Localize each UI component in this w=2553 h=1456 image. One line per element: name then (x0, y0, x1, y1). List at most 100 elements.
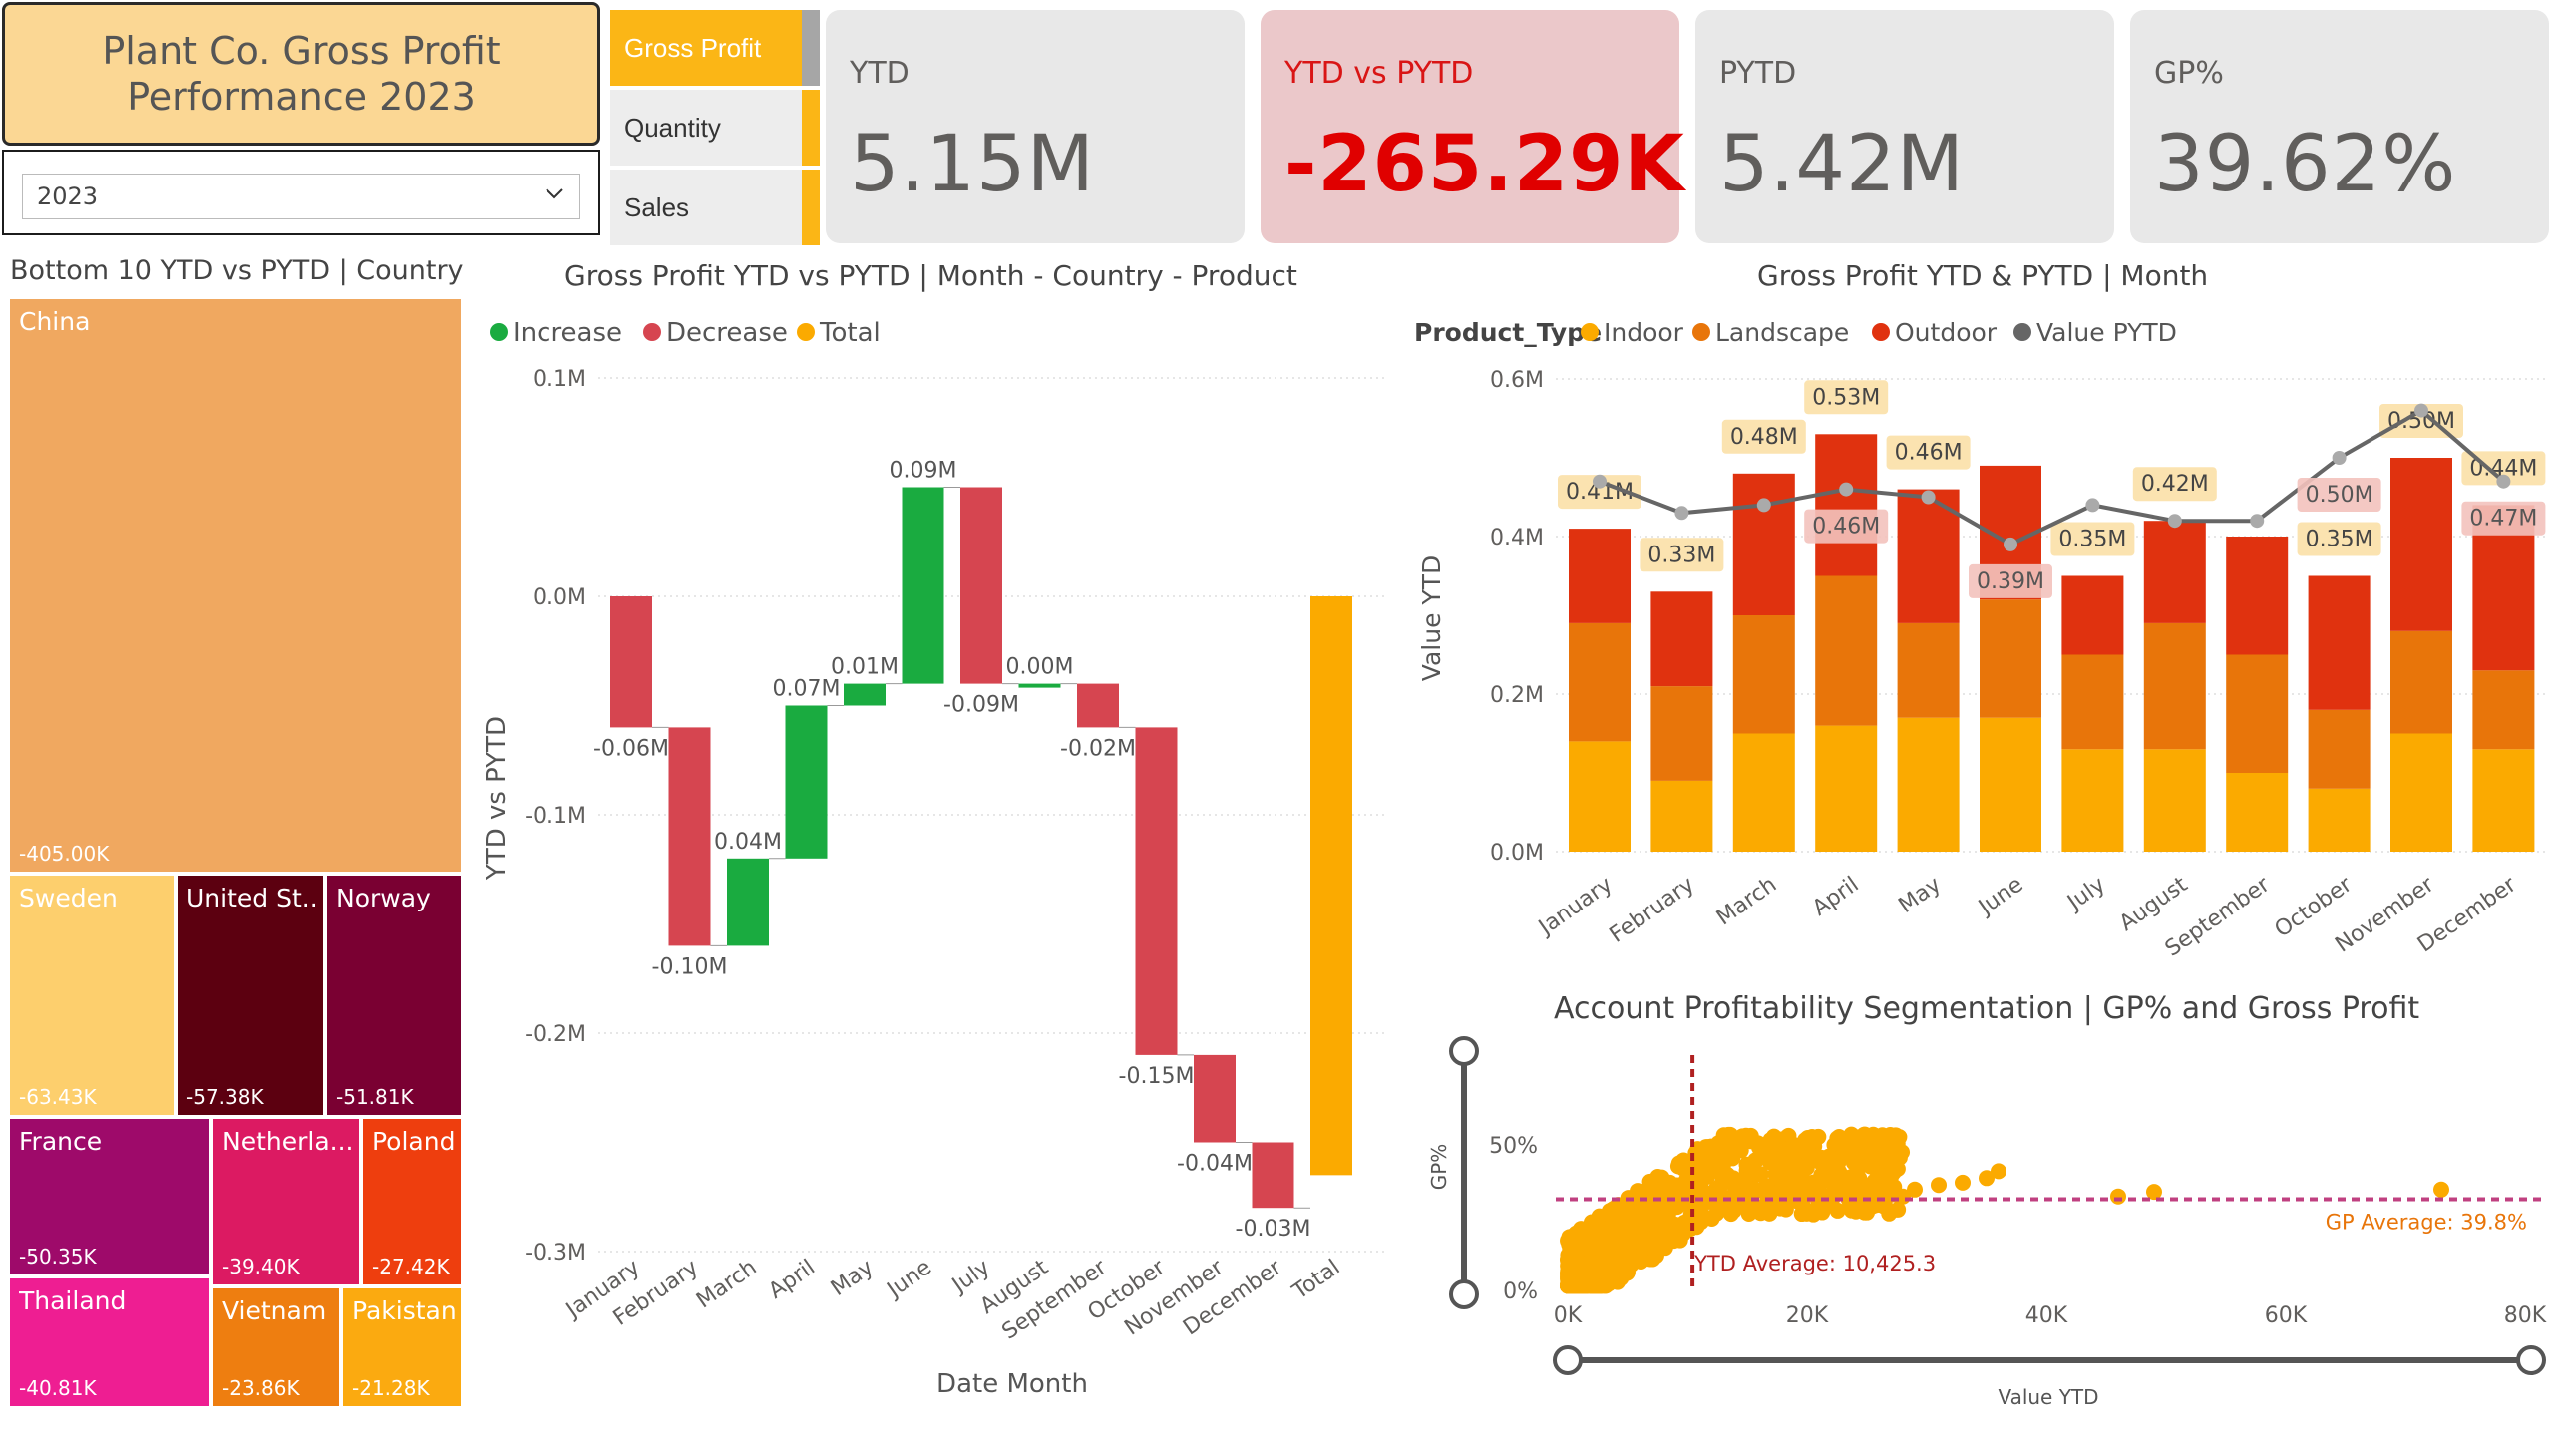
treemap-tile[interactable]: France -50.35K (10, 1119, 209, 1274)
waterfall-bar (1018, 683, 1061, 688)
scatter-point (1720, 1129, 1737, 1146)
stacked-bar-segment (1897, 622, 1960, 718)
scatter-point (1573, 1224, 1590, 1241)
scatter-point (1831, 1128, 1848, 1145)
measure-button-label: Gross Profit (624, 32, 762, 63)
measure-button-sales[interactable]: Sales (610, 170, 820, 245)
legend-label: Outdoor (1895, 318, 1998, 347)
legend-marker (643, 323, 661, 341)
scatter-chart: 50% 0% 0K 20K 40K 60K 80K GP% Value YTD GP Averag… (1427, 1036, 2547, 1409)
treemap-tile-name: Thailand (19, 1286, 127, 1315)
scatter-point (1560, 1277, 1577, 1294)
treemap-tile-value: -57.38K (186, 1085, 264, 1109)
treemap-tile-value: -51.81K (336, 1085, 414, 1109)
measure-button-quantity[interactable]: Quantity (610, 90, 820, 166)
data-label: -0.06M (593, 736, 669, 761)
treemap-tile[interactable]: Sweden -63.43K (10, 876, 174, 1115)
waterfall-bar (1077, 683, 1119, 728)
x-range-slider-handle (1553, 1345, 1583, 1375)
scatter-point (1744, 1158, 1761, 1175)
stacked-bar-segment (1732, 733, 1795, 852)
treemap-tile[interactable]: Pakistan -21.28K (343, 1288, 461, 1406)
legend-label: Landscape (1715, 318, 1849, 347)
treemap-tile[interactable]: Thailand -40.81K (10, 1278, 209, 1406)
y-tick-label: 0.0M (1490, 841, 1544, 866)
y-tick-label: -0.3M (525, 1241, 586, 1266)
stacked-bar-segment (1732, 473, 1795, 615)
stacked-bar-segment (1815, 575, 1878, 726)
x-tick-label: March (1712, 872, 1781, 930)
chevron-down-icon (546, 188, 563, 199)
legend-label: Total (819, 318, 881, 348)
report-title-line2: Performance 2023 (127, 75, 476, 119)
data-label: -0.10M (652, 954, 728, 979)
scatter-point (1713, 1176, 1730, 1193)
y-axis-title: YTD vs PYTD (482, 716, 512, 881)
x-tick-label: April (1808, 872, 1864, 920)
treemap-tile[interactable]: Vietnam -23.86K (213, 1288, 339, 1406)
waterfall-bar (960, 487, 1002, 684)
y-tick-label: 0.2M (1490, 683, 1544, 708)
y-range-slider-handle (1449, 1279, 1479, 1309)
data-label: 0.00M (1006, 655, 1074, 680)
pytd-marker (2004, 537, 2017, 551)
legend-label: Indoor (1604, 318, 1684, 347)
legend-label: Value PYTD (2036, 318, 2177, 347)
y-tick-label: 0.6M (1490, 368, 1544, 393)
treemap-tile[interactable]: Netherla... -39.40K (213, 1119, 359, 1284)
scatter-point (1568, 1247, 1585, 1264)
stacked-bar-segment (2390, 630, 2452, 734)
year-dropdown[interactable]: 2023 (22, 174, 580, 219)
data-label: 0.01M (831, 655, 899, 680)
measure-button-gross-profit[interactable]: Gross Profit (610, 10, 820, 86)
stacked-bar-segment (1897, 717, 1960, 852)
scatter-point (1693, 1155, 1710, 1172)
scatter-point (1627, 1188, 1643, 1205)
scatter-point (1802, 1130, 1819, 1147)
treemap-tile[interactable]: Norway -51.81K (327, 876, 461, 1115)
scatter-point (2110, 1188, 2126, 1205)
treemap-tile-value: -27.42K (372, 1255, 450, 1278)
report-title: Plant Co. Gross Profit Performance 2023 (2, 2, 600, 146)
scatter-point (1955, 1174, 1971, 1191)
year-slicer[interactable]: 2023 (2, 150, 600, 235)
treemap-tile[interactable]: Poland -27.42K (363, 1119, 461, 1284)
pytd-marker (2085, 498, 2100, 513)
scatter-point (1588, 1277, 1605, 1294)
stacked-bar-segment (1650, 780, 1713, 852)
y-axis-title: GP% (1427, 1144, 1451, 1191)
y-tick-label: -0.1M (525, 804, 586, 829)
scatter-point (1764, 1149, 1781, 1166)
data-label: 0.48M (1730, 425, 1798, 450)
waterfall-bar (1194, 1054, 1236, 1143)
treemap-tile-name: Pakistan (352, 1296, 456, 1325)
kpi-label: YTD (850, 56, 910, 91)
data-label: 0.35M (2058, 528, 2126, 552)
scatter-point (1862, 1177, 1879, 1194)
stacked-bar-segment (2061, 575, 2124, 655)
data-label: 0.09M (890, 459, 957, 484)
treemap-tile[interactable]: United St... -57.38K (178, 876, 323, 1115)
kpi-card-gp-percent: GP% 39.62% (2130, 10, 2549, 243)
data-label: -0.03M (1236, 1217, 1311, 1242)
stacked-bar-segment (1650, 591, 1713, 687)
kpi-card-pytd: PYTD 5.42M (1695, 10, 2114, 243)
y-tick-label: 50% (1489, 1134, 1538, 1159)
treemap-tile-value: -40.81K (19, 1376, 97, 1400)
waterfall-bar (610, 596, 652, 728)
waterfall-bar (785, 705, 828, 859)
treemap-tile-value: -63.43K (19, 1085, 97, 1109)
y-range-slider-handle (1449, 1036, 1479, 1066)
x-tick-label: May (827, 1255, 879, 1301)
y-tick-label: 0.0M (533, 585, 586, 610)
waterfall-bar (668, 727, 711, 946)
gp-average-label: GP Average: 39.8% (2326, 1210, 2527, 1234)
legend-marker (490, 323, 508, 341)
stacked-bar-segment (2390, 733, 2452, 852)
scatter-point (1870, 1194, 1887, 1211)
stacked-bar-segment (2226, 654, 2289, 773)
pytd-marker (2496, 474, 2511, 489)
scatter-point (1812, 1154, 1829, 1171)
treemap-tile[interactable]: China -405.00K (10, 299, 461, 872)
data-label: 0.39M (1977, 569, 2044, 594)
